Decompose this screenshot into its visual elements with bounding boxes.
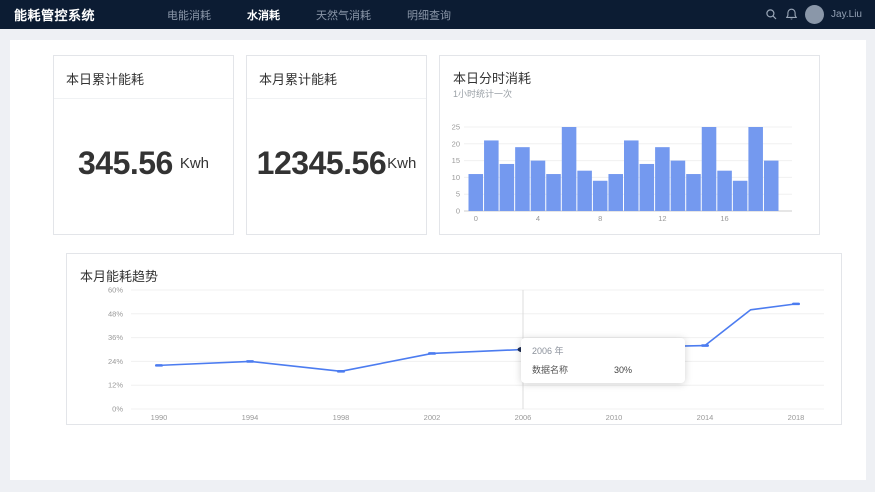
x-axis-tick-label: 1990 bbox=[151, 413, 168, 422]
bar-hour-18[interactable] bbox=[748, 127, 763, 211]
data-point-marker[interactable] bbox=[337, 370, 345, 373]
x-axis-tick-label: 0 bbox=[474, 214, 478, 223]
bar-hour-15[interactable] bbox=[702, 127, 717, 211]
bar-hour-14[interactable] bbox=[686, 174, 701, 211]
y-axis-tick-label: 10 bbox=[452, 173, 460, 182]
search-icon[interactable] bbox=[765, 8, 778, 21]
data-point-marker[interactable] bbox=[428, 352, 436, 355]
stat-value-block: 345.56 Kwh bbox=[54, 99, 233, 227]
bar-hour-7[interactable] bbox=[577, 171, 592, 211]
top-navigation-bar: 能耗管控系统 电能消耗 水消耗 天然气消耗 明细查询 Jay.Liu bbox=[0, 0, 875, 29]
y-axis-tick-label: 25 bbox=[452, 123, 460, 132]
today-energy-unit: Kwh bbox=[180, 155, 209, 172]
bar-hour-9[interactable] bbox=[608, 174, 623, 211]
bar-hour-2[interactable] bbox=[500, 164, 515, 211]
chart-tooltip: 2006 年 数据名称 30% bbox=[521, 338, 685, 383]
card-title: 本日累计能耗 bbox=[54, 56, 233, 98]
bar-hour-12[interactable] bbox=[655, 147, 670, 211]
y-axis-tick-label: 24% bbox=[108, 357, 123, 366]
bar-hour-16[interactable] bbox=[717, 171, 732, 211]
tooltip-series-name: 数据名称 bbox=[532, 363, 568, 376]
data-point-marker[interactable] bbox=[155, 364, 163, 367]
x-axis-tick-label: 2006 bbox=[515, 413, 532, 422]
x-axis-tick-label: 16 bbox=[720, 214, 728, 223]
x-axis-tick-label: 1998 bbox=[333, 413, 350, 422]
y-axis-tick-label: 0% bbox=[112, 405, 123, 414]
card-title: 本月累计能耗 bbox=[247, 56, 426, 98]
user-name: Jay.Liu bbox=[831, 9, 862, 20]
bar-hour-17[interactable] bbox=[733, 181, 748, 211]
content-panel: 本日累计能耗 345.56 Kwh 本月累计能耗 12345.56 Kwh 本日… bbox=[10, 40, 866, 480]
data-point-marker[interactable] bbox=[792, 303, 800, 306]
y-axis-tick-label: 20 bbox=[452, 139, 460, 148]
bar-hour-13[interactable] bbox=[671, 161, 686, 211]
nav-item-gas[interactable]: 天然气消耗 bbox=[316, 7, 371, 23]
y-axis-tick-label: 15 bbox=[452, 156, 460, 165]
monthly-trend-card: 本月能耗趋势 0%12%24%36%48%60%1990199419982002… bbox=[66, 253, 842, 425]
main-nav: 电能消耗 水消耗 天然气消耗 明细查询 bbox=[167, 7, 451, 23]
stat-value-block: 12345.56 Kwh bbox=[247, 99, 426, 227]
y-axis-tick-label: 60% bbox=[108, 286, 123, 295]
hourly-consumption-card: 本日分时消耗 1小时统计一次 0 5 10 15 20 25 0 4 8 12 16 bbox=[439, 55, 820, 235]
data-point-marker[interactable] bbox=[246, 360, 254, 363]
bar-hour-5[interactable] bbox=[546, 174, 561, 211]
bar-hour-4[interactable] bbox=[531, 161, 546, 211]
bar-hour-1[interactable] bbox=[484, 140, 499, 211]
bar-hour-3[interactable] bbox=[515, 147, 530, 211]
card-title: 本日分时消耗 bbox=[453, 68, 531, 87]
x-axis-tick-label: 2002 bbox=[424, 413, 441, 422]
x-axis-tick-label: 8 bbox=[598, 214, 602, 223]
header-right-group: Jay.Liu bbox=[765, 5, 862, 24]
bar-hour-8[interactable] bbox=[593, 181, 608, 211]
x-axis-tick-label: 1994 bbox=[242, 413, 259, 422]
y-axis-tick-label: 5 bbox=[456, 190, 460, 199]
bar-hour-6[interactable] bbox=[562, 127, 577, 211]
data-point-marker[interactable] bbox=[701, 344, 709, 347]
bell-icon[interactable] bbox=[785, 8, 798, 21]
tooltip-value: 30% bbox=[614, 365, 632, 375]
month-energy-value: 12345.56 bbox=[257, 145, 386, 182]
bar-hour-10[interactable] bbox=[624, 140, 639, 211]
bar-hour-11[interactable] bbox=[640, 164, 655, 211]
hourly-bar-chart: 0 5 10 15 20 25 0 4 8 12 16 bbox=[442, 114, 814, 230]
tooltip-title: 2006 年 bbox=[532, 344, 674, 357]
y-axis-tick-label: 36% bbox=[108, 333, 123, 342]
card-subtitle: 1小时统计一次 bbox=[453, 87, 512, 100]
y-axis-tick-label: 0 bbox=[456, 207, 460, 216]
nav-item-electricity[interactable]: 电能消耗 bbox=[167, 7, 211, 23]
y-axis-tick-label: 48% bbox=[108, 309, 123, 318]
user-avatar[interactable] bbox=[805, 5, 824, 24]
bar-hour-0[interactable] bbox=[469, 174, 484, 211]
month-energy-unit: Kwh bbox=[387, 155, 416, 172]
monthly-trend-line-chart: 0% 12% 24% 36% 48% 60% 1990 1994 1998 2002 2006 201… bbox=[67, 282, 839, 424]
x-axis-tick-label: 12 bbox=[658, 214, 666, 223]
nav-item-detail-query[interactable]: 明细查询 bbox=[407, 7, 451, 23]
x-axis-tick-label: 2010 bbox=[606, 413, 623, 422]
today-energy-value: 345.56 bbox=[78, 145, 173, 182]
x-axis-tick-label: 2018 bbox=[788, 413, 805, 422]
x-axis-tick-label: 4 bbox=[536, 214, 540, 223]
month-total-energy-card: 本月累计能耗 12345.56 Kwh bbox=[246, 55, 427, 235]
x-axis-tick-label: 2014 bbox=[697, 413, 714, 422]
app-title: 能耗管控系统 bbox=[14, 5, 95, 24]
bar-hour-19[interactable] bbox=[764, 161, 779, 211]
nav-item-water[interactable]: 水消耗 bbox=[247, 7, 280, 23]
today-total-energy-card: 本日累计能耗 345.56 Kwh bbox=[53, 55, 234, 235]
y-axis-tick-label: 12% bbox=[108, 381, 123, 390]
